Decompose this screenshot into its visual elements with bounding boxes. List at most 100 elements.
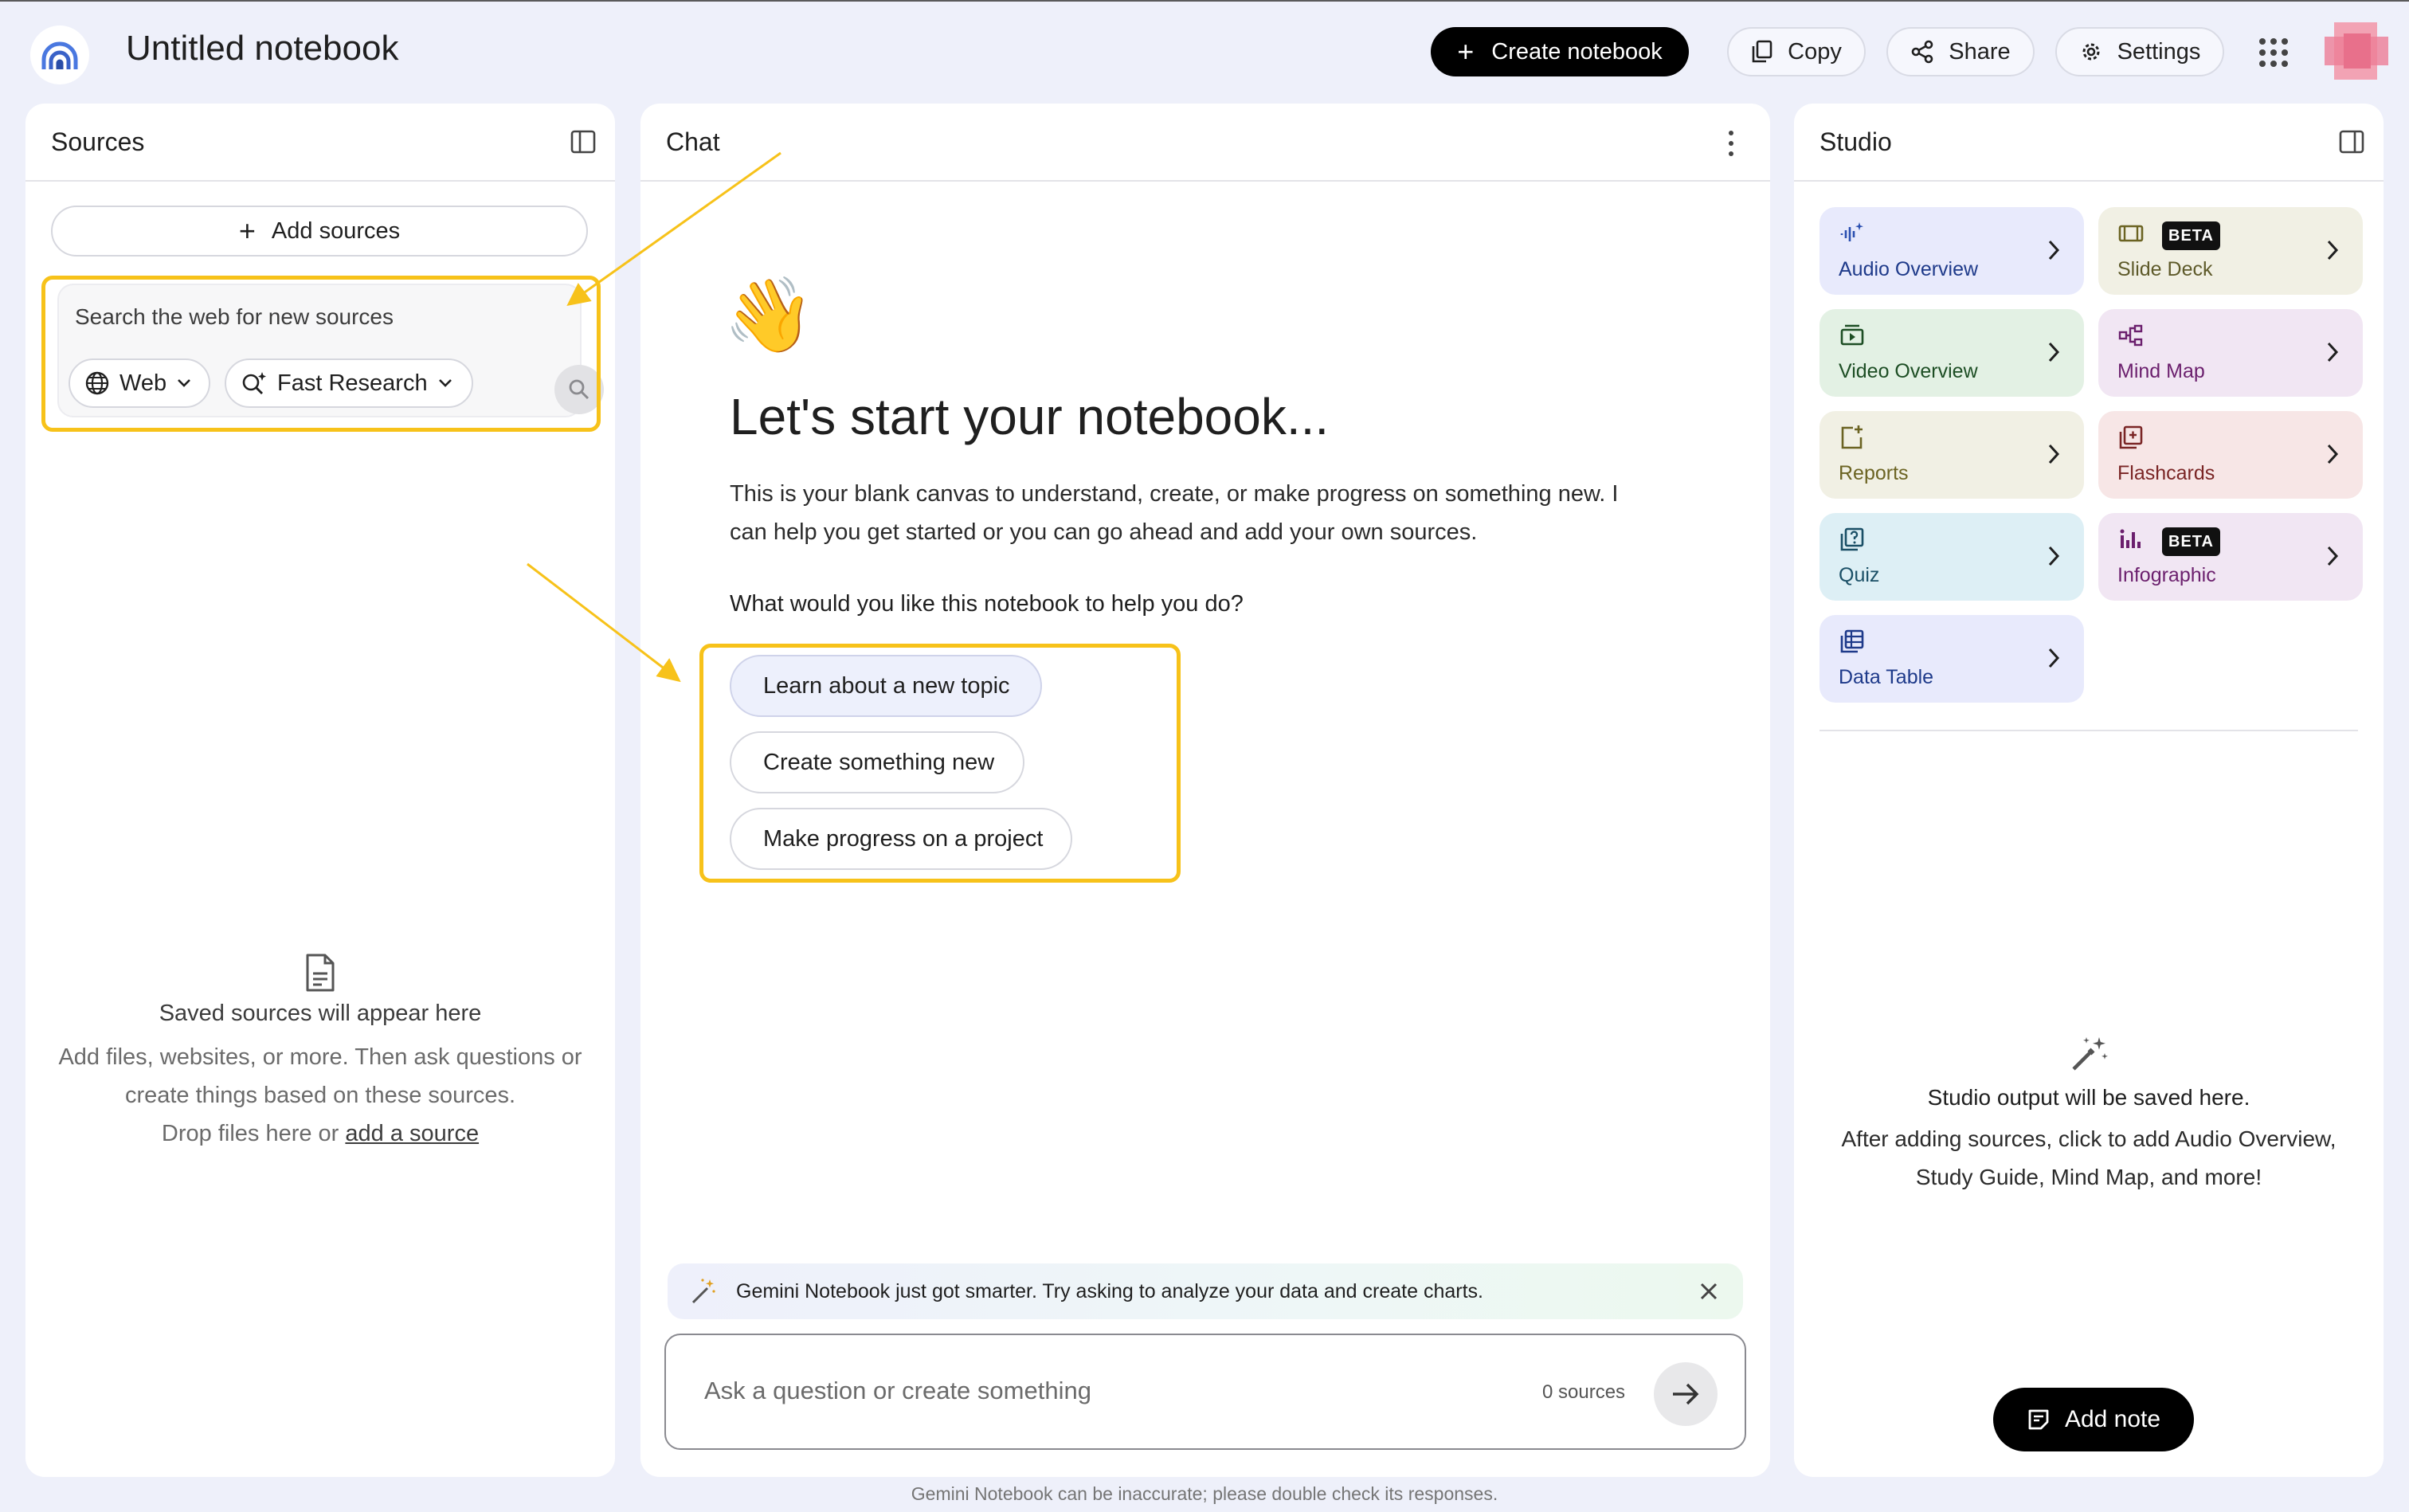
add-source-link[interactable]: add a source xyxy=(345,1121,479,1146)
sources-title: Sources xyxy=(51,127,145,156)
chat-input[interactable] xyxy=(704,1377,1421,1405)
plus-icon: + xyxy=(1457,35,1475,68)
beta-badge: BETA xyxy=(2162,221,2220,250)
quiz-icon xyxy=(1840,527,1864,551)
studio-tile-mind-map[interactable]: Mind Map xyxy=(2098,309,2363,397)
chevron-right-icon xyxy=(2327,444,2339,464)
add-sources-button[interactable]: + Add sources xyxy=(51,206,588,257)
magic-wand-icon xyxy=(691,1279,715,1304)
report-icon xyxy=(1841,425,1863,449)
send-button[interactable] xyxy=(1654,1362,1718,1426)
waving-hand-emoji: 👋 xyxy=(723,275,815,356)
chevron-right-icon xyxy=(2048,648,2060,668)
create-notebook-button[interactable]: + Create notebook xyxy=(1431,27,1689,76)
sources-empty-line-2: create things based on these sources. xyxy=(124,1083,516,1108)
tile-label: Mind Map xyxy=(2117,360,2205,382)
chat-header: Chat xyxy=(640,104,1770,182)
studio-empty-line-2: Study Guide, Mind Map, and more! xyxy=(1915,1165,2262,1189)
avatar[interactable] xyxy=(2325,22,2388,80)
chevron-right-icon xyxy=(2327,342,2339,362)
sources-empty-description: Add files, websites, or more. Then ask q… xyxy=(25,1038,615,1153)
slides-icon xyxy=(2118,225,2144,242)
tile-label: Reports xyxy=(1839,462,1909,484)
welcome-intro: This is your blank canvas to understand,… xyxy=(730,481,1619,545)
plus-icon: + xyxy=(238,214,256,247)
highlight-search-box xyxy=(41,276,601,432)
sources-empty-line-3: Drop files here or add a source xyxy=(25,1114,615,1153)
studio-header: Studio xyxy=(1794,104,2384,182)
magic-wand-icon xyxy=(2072,1037,2108,1071)
studio-tile-video-overview[interactable]: Video Overview xyxy=(1819,309,2084,397)
settings-button[interactable]: Settings xyxy=(2055,27,2224,76)
drop-files-text: Drop files here or xyxy=(161,1121,346,1146)
studio-title: Studio xyxy=(1819,127,1892,156)
collapse-panel-icon[interactable] xyxy=(569,127,597,156)
add-note-label: Add note xyxy=(2064,1406,2161,1432)
video-icon xyxy=(1840,324,1864,346)
studio-empty-line-1: After adding sources, click to add Audio… xyxy=(1841,1126,2337,1151)
top-bar: Untitled notebook + Create notebook Copy… xyxy=(0,2,2409,102)
create-notebook-label: Create notebook xyxy=(1491,38,1663,65)
copy-button[interactable]: Copy xyxy=(1727,27,1866,76)
welcome-heading: Let's start your notebook... xyxy=(730,388,1330,445)
studio-tile-flashcards[interactable]: Flashcards xyxy=(2098,411,2363,499)
infographic-icon xyxy=(2120,529,2141,548)
beta-badge: BETA xyxy=(2162,527,2220,556)
flashcards-icon xyxy=(2119,425,2143,449)
chat-title: Chat xyxy=(666,127,720,156)
chevron-right-icon xyxy=(2048,546,2060,566)
sources-empty-state: Saved sources will appear here Add files… xyxy=(25,953,615,1153)
chat-input-box: 0 sources xyxy=(664,1334,1746,1450)
source-count: 0 sources xyxy=(1542,1381,1626,1403)
document-icon xyxy=(306,954,335,992)
sources-empty-title: Saved sources will appear here xyxy=(159,1001,482,1026)
tile-label: Infographic xyxy=(2117,564,2216,586)
tile-label: Video Overview xyxy=(1839,360,1978,382)
copy-icon xyxy=(1752,40,1772,63)
tile-label: Slide Deck xyxy=(2117,258,2213,280)
chevron-right-icon xyxy=(2048,444,2060,464)
studio-tile-data-table[interactable]: Data Table xyxy=(1819,615,2084,703)
tile-label: Quiz xyxy=(1839,564,1880,586)
studio-tile-quiz[interactable]: Quiz xyxy=(1819,513,2084,601)
tile-label: Flashcards xyxy=(2117,462,2215,484)
notebook-title[interactable]: Untitled notebook xyxy=(126,29,398,69)
studio-empty-description: After adding sources, click to add Audio… xyxy=(1794,1120,2384,1197)
close-icon[interactable] xyxy=(1698,1281,1719,1302)
logo-icon xyxy=(41,41,78,69)
feature-banner: Gemini Notebook just got smarter. Try as… xyxy=(668,1263,1743,1319)
gear-icon xyxy=(2082,43,2100,61)
studio-panel: Studio Audio Overview BETA Slide Deck Vi… xyxy=(1794,104,2384,1477)
studio-divider xyxy=(1819,730,2358,731)
feature-banner-text: Gemini Notebook just got smarter. Try as… xyxy=(736,1279,1483,1302)
audio-waveform-icon xyxy=(1840,222,1863,241)
more-options-icon[interactable] xyxy=(1727,131,1735,156)
settings-label: Settings xyxy=(2117,38,2201,65)
studio-empty-state: Studio output will be saved here. After … xyxy=(1794,1034,2384,1197)
share-icon xyxy=(1911,40,1933,64)
studio-tile-reports[interactable]: Reports xyxy=(1819,411,2084,499)
collapse-panel-icon[interactable] xyxy=(2337,127,2366,156)
add-sources-label: Add sources xyxy=(271,217,401,244)
highlight-goal-options xyxy=(699,644,1181,883)
note-icon xyxy=(2028,1409,2049,1430)
table-icon xyxy=(1840,629,1864,653)
app-logo[interactable] xyxy=(30,25,89,84)
mind-map-icon xyxy=(2118,324,2143,347)
arrow-right-icon xyxy=(1673,1383,1699,1405)
share-button[interactable]: Share xyxy=(1886,27,2035,76)
share-label: Share xyxy=(1949,38,2011,65)
chevron-right-icon xyxy=(2048,342,2060,362)
studio-tile-audio-overview[interactable]: Audio Overview xyxy=(1819,207,2084,295)
studio-tile-infographic[interactable]: BETA Infographic xyxy=(2098,513,2363,601)
notebook-page: Untitled notebook + Create notebook Copy… xyxy=(0,0,2409,1512)
tile-label: Audio Overview xyxy=(1839,258,1979,280)
apps-grid-icon[interactable] xyxy=(2259,38,2288,67)
add-note-button[interactable]: Add note xyxy=(1993,1388,2194,1451)
tile-label: Data Table xyxy=(1839,666,1934,688)
goal-question: What would you like this notebook to hel… xyxy=(730,591,1244,617)
sources-header: Sources xyxy=(25,104,615,182)
studio-tile-slide-deck[interactable]: BETA Slide Deck xyxy=(2098,207,2363,295)
studio-empty-title: Studio output will be saved here. xyxy=(1927,1085,2250,1110)
chevron-right-icon xyxy=(2048,240,2060,260)
